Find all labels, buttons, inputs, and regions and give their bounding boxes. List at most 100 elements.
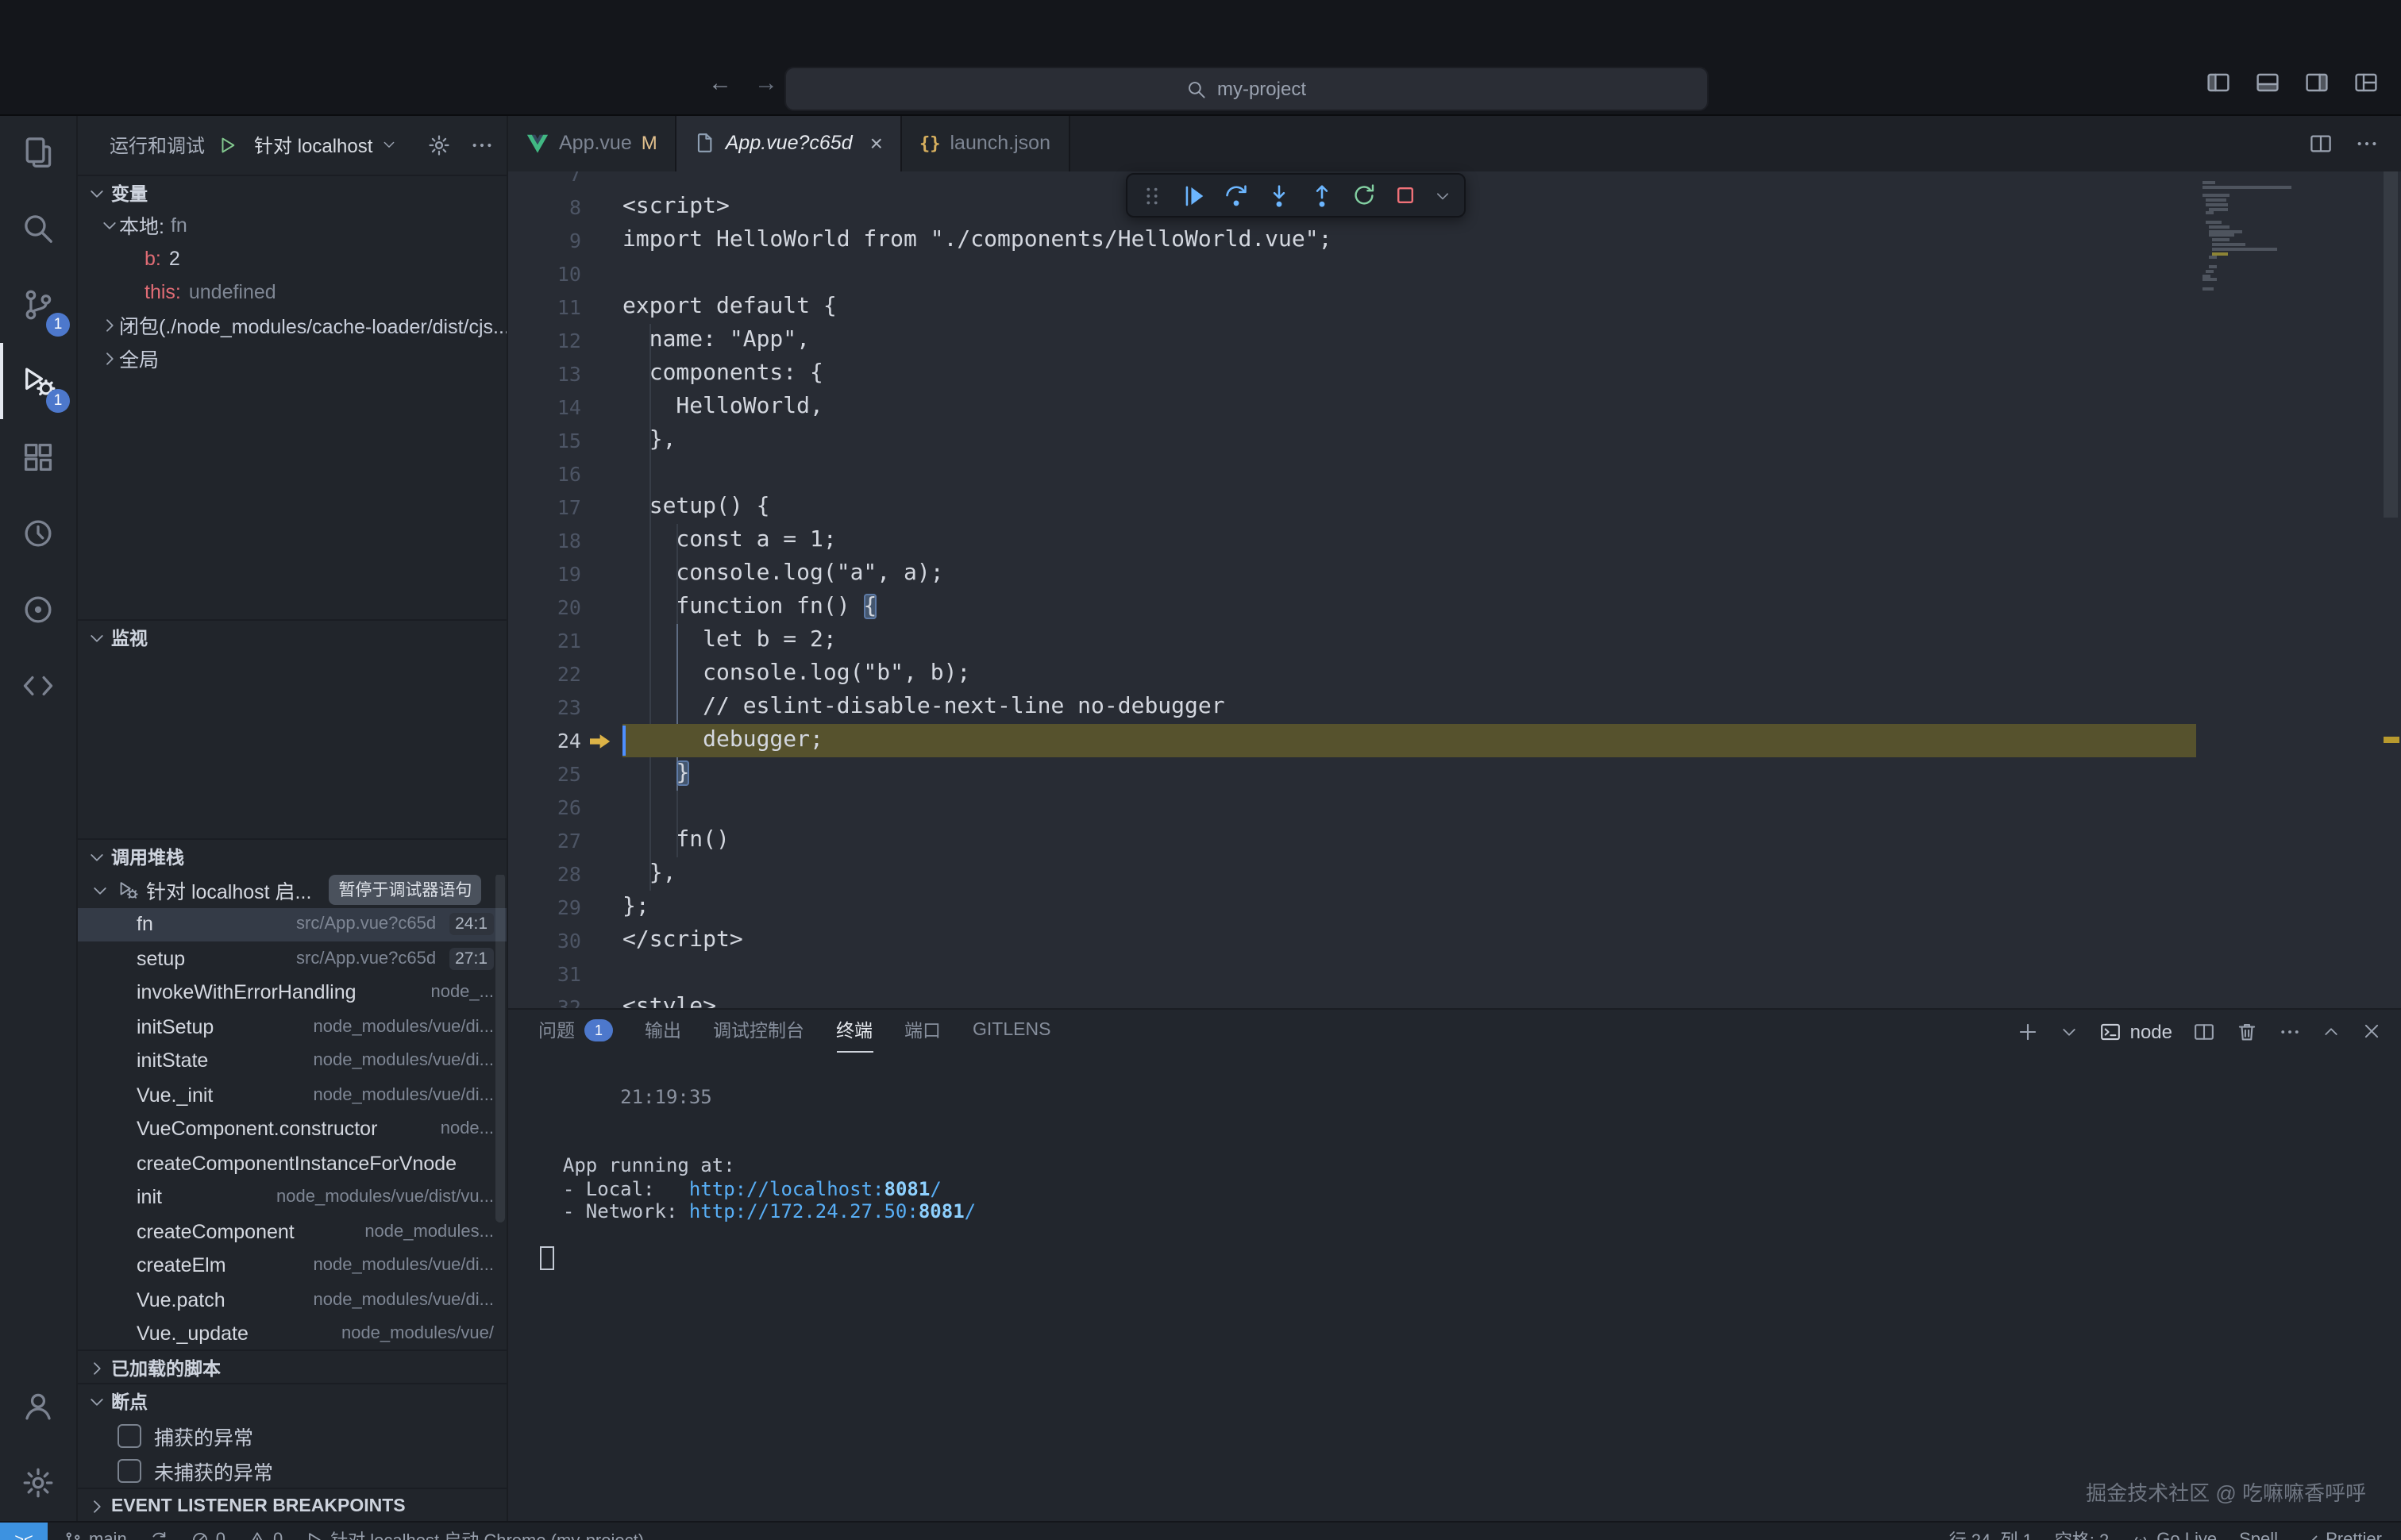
gutter-glyph[interactable] [581,523,622,556]
gutter-glyph[interactable] [581,623,622,656]
line-number[interactable]: 9 [508,223,581,256]
code-line[interactable]: 19 console.log("a", a); [508,556,2196,590]
line-number[interactable]: 32 [508,990,581,1008]
gutter-glyph[interactable] [581,857,622,890]
gutter-glyph[interactable] [581,890,622,923]
gutter-glyph[interactable] [581,490,622,523]
gutter-glyph[interactable] [581,190,622,223]
new-terminal-icon[interactable] [2018,1020,2040,1042]
variable-scope-row[interactable]: 本地:fn [78,208,507,241]
stack-frame-row[interactable]: initStatenode_modules/vue/di... [78,1044,507,1078]
tab-terminal[interactable]: 终端 [836,1010,873,1053]
activity-item-extensions[interactable] [0,419,76,495]
start-debugging-button[interactable] [218,134,238,155]
tab-ports[interactable]: 端口 [904,1010,941,1053]
code-line[interactable]: 29}; [508,890,2196,923]
line-number[interactable]: 10 [508,256,581,290]
gutter-glyph[interactable] [581,256,622,290]
code-line[interactable]: 15 }, [508,423,2196,456]
code-line[interactable]: 20 function fn() { [508,590,2196,623]
line-number[interactable]: 20 [508,590,581,623]
activity-item-record-extension[interactable] [0,572,76,648]
status-item[interactable]: 针对 localhost 启动 Chrome (my-project) [305,1527,644,1540]
status-item[interactable]: main [64,1530,127,1540]
status-item[interactable]: 空格: 2 [2055,1527,2109,1540]
line-number[interactable]: 13 [508,356,581,390]
gutter-glyph[interactable] [581,290,622,323]
activity-item-source-control[interactable]: 1 [0,267,76,343]
command-center[interactable]: my-project [784,67,1709,111]
minimap[interactable] [2196,171,2380,1008]
stack-frame-row[interactable]: initSetupnode_modules/vue/di... [78,1010,507,1044]
editor-scrollbar[interactable] [2380,171,2401,1008]
drag-handle-icon[interactable] [1140,183,1164,207]
gutter-glyph[interactable] [581,590,622,623]
status-item[interactable]: Go Live [2131,1530,2217,1540]
back-button[interactable]: ← [708,70,732,97]
breakpoint-row[interactable]: 捕获的异常 [78,1418,507,1453]
gutter-glyph[interactable] [581,656,622,690]
toggle-sidebar-icon[interactable] [2206,70,2231,95]
line-number[interactable]: 28 [508,857,581,890]
line-number[interactable]: 15 [508,423,581,456]
code-line[interactable]: 28 }, [508,857,2196,890]
code-line[interactable]: 32<style> [508,990,2196,1008]
line-number[interactable]: 27 [508,823,581,857]
line-number[interactable]: 16 [508,456,581,490]
launch-config-select[interactable]: 针对 localhost [254,131,396,158]
code-line[interactable]: 31 [508,957,2196,990]
variable-row[interactable]: b:2 [78,241,507,275]
line-number[interactable]: 26 [508,790,581,823]
forward-button[interactable]: → [754,70,778,97]
code-line[interactable]: 16 [508,456,2196,490]
stack-frame-row[interactable]: createComponentnode_modules... [78,1215,507,1249]
code-line[interactable]: 14 HelloWorld, [508,390,2196,423]
line-number[interactable]: 31 [508,957,581,990]
status-item[interactable]: 0 [191,1530,225,1540]
stack-frame-row[interactable]: Vue.patchnode_modules/vue/di... [78,1283,507,1317]
close-panel-icon[interactable] [2361,1021,2382,1041]
tab-app-vue-c65d[interactable]: App.vue?c65d × [676,114,902,171]
stack-frame-row[interactable]: fnsrc/App.vue?c65d24:1 [78,907,507,941]
line-number[interactable]: 8 [508,190,581,223]
variables-section-header[interactable]: 变量 [78,175,507,210]
stack-frame-row[interactable]: createElmnode_modules/vue/di... [78,1249,507,1283]
gutter-glyph[interactable] [581,423,622,456]
more-actions-icon[interactable] [470,133,494,156]
stop-icon[interactable] [1393,183,1418,208]
line-number[interactable]: 23 [508,690,581,723]
gutter-glyph[interactable] [581,171,622,190]
gutter-glyph[interactable] [581,390,622,423]
callstack-section-header[interactable]: 调用堆栈 [78,838,507,875]
stack-frame-row[interactable]: invokeWithErrorHandlingnode_... [78,976,507,1010]
watch-section-header[interactable]: 监视 [78,619,507,654]
gutter-glyph[interactable] [581,323,622,356]
line-number[interactable]: 24 [508,723,581,757]
code-line[interactable]: 12 name: "App", [508,323,2196,356]
code-line[interactable]: 24 debugger; [508,723,2196,757]
remote-indicator[interactable]: >< [0,1523,48,1540]
code-editor[interactable]: 78<script>9import HelloWorld from "./com… [508,171,2401,1008]
scrollbar-thumb[interactable] [2384,171,2398,518]
code-line[interactable]: 10 [508,256,2196,290]
tab-launch-json[interactable]: {} launch.json [902,114,1069,171]
activity-item-settings[interactable] [0,1445,76,1521]
tab-debug-console[interactable]: 调试控制台 [713,1010,804,1053]
status-item[interactable]: Prettier [2300,1530,2382,1540]
stack-frame-row[interactable]: setupsrc/App.vue?c65d27:1 [78,941,507,976]
debug-session-row[interactable]: 针对 localhost 启...暂停于调试器语句 [78,873,507,907]
maximize-panel-icon[interactable] [2322,1022,2341,1041]
code-line[interactable]: 11export default { [508,290,2196,323]
breakpoints-section-header[interactable]: 断点 [78,1383,507,1419]
toggle-secondary-sidebar-icon[interactable] [2304,70,2330,95]
line-number[interactable]: 29 [508,890,581,923]
gutter-glyph[interactable] [581,923,622,957]
code-line[interactable]: 25 } [508,757,2196,790]
line-number[interactable]: 25 [508,757,581,790]
code-line[interactable]: 17 setup() { [508,490,2196,523]
tab-output[interactable]: 输出 [645,1010,681,1053]
loaded-scripts-section-header[interactable]: 已加载的脚本 [78,1349,507,1384]
toggle-panel-icon[interactable] [2255,70,2280,95]
status-item[interactable]: 行 24, 列 1 [1949,1527,2033,1540]
line-number[interactable]: 11 [508,290,581,323]
